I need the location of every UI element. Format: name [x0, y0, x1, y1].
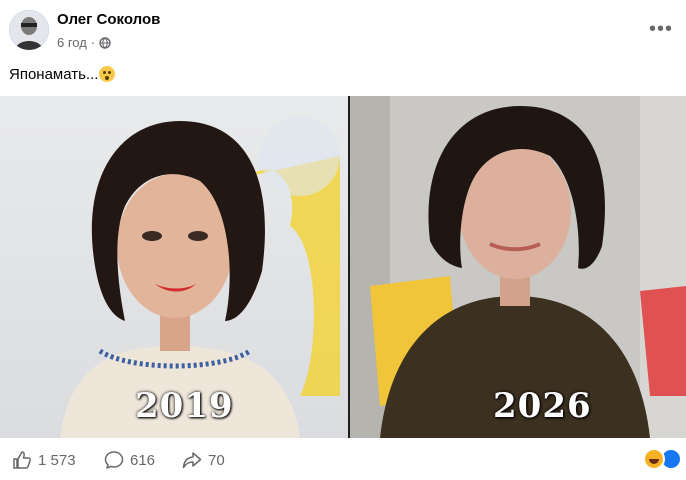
post-header: Олег Соколов 6 год · ••• — [0, 0, 686, 62]
comment-count: 616 — [130, 451, 156, 469]
action-bar: 1 573 616 70 — [0, 440, 686, 480]
post-meta: 6 год · — [57, 35, 111, 50]
post-image[interactable]: 2019 2026 — [0, 96, 686, 438]
avatar-portrait-icon — [9, 10, 49, 50]
year-label-right: 2026 — [493, 386, 592, 426]
year-label-left: 2019 — [135, 386, 234, 426]
meta-separator: · — [90, 35, 96, 50]
astonished-emoji-icon — [99, 66, 116, 82]
post-time[interactable]: 6 год — [57, 35, 87, 50]
share-count: 70 — [208, 451, 225, 469]
more-options-button[interactable]: ••• — [648, 16, 674, 42]
post-text: Японамать... — [9, 66, 116, 83]
globe-icon — [99, 36, 111, 49]
author-name[interactable]: Олег Соколов — [57, 11, 160, 28]
photo-panel-2019: 2019 — [0, 96, 348, 438]
reactions-summary[interactable] — [643, 448, 682, 470]
photo-panel-2026: 2026 — [350, 96, 686, 438]
comment-button[interactable]: 616 — [104, 450, 155, 470]
comment-bubble-icon — [104, 451, 124, 469]
haha-reaction-icon — [643, 448, 665, 470]
thumbs-up-icon — [13, 451, 31, 469]
like-button[interactable]: 1 573 — [12, 450, 76, 470]
like-count: 1 573 — [38, 451, 76, 469]
share-button[interactable]: 70 — [182, 450, 225, 470]
avatar[interactable] — [9, 10, 49, 50]
share-arrow-icon — [182, 452, 202, 469]
post-text-content: Японамать... — [9, 66, 99, 83]
